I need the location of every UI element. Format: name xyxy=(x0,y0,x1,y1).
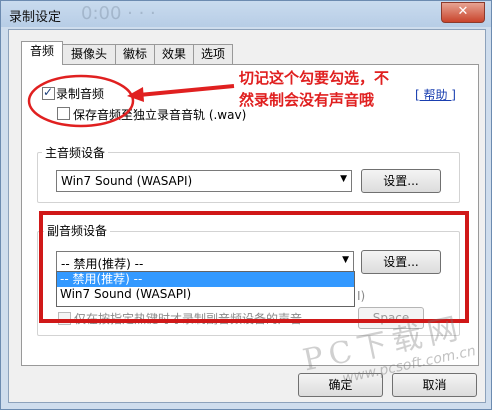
main-audio-device-value: Win7 Sound (WASAPI) xyxy=(61,174,193,188)
cancel-button[interactable]: 取消 xyxy=(392,373,477,397)
secondary-audio-device-value: -- 禁用(推荐) -- xyxy=(61,257,144,271)
settings-dialog: 录制设定 0:00 · · · ✕ 音频 摄像头 徽标 效果 选项 录制音频 保… xyxy=(0,0,492,410)
tab-logo[interactable]: 徽标 xyxy=(115,44,155,64)
secondary-audio-device-select[interactable]: -- 禁用(推荐) -- ▼ xyxy=(56,251,354,273)
tab-audio[interactable]: 音频 xyxy=(21,41,63,65)
dropdown-option-disabled[interactable]: -- 禁用(推荐) -- xyxy=(57,272,354,287)
secondary-device-dropdown-list: -- 禁用(推荐) -- Win7 Sound (WASAPI) xyxy=(56,271,355,307)
title-bar-background-text: 0:00 · · · xyxy=(81,3,156,24)
close-icon: ✕ xyxy=(457,4,469,19)
help-link[interactable]: [ 帮助 ] xyxy=(415,86,456,103)
hotkey-only-checkbox[interactable] xyxy=(58,312,71,325)
tab-camera[interactable]: 摄像头 xyxy=(62,44,116,64)
main-audio-device-select[interactable]: Win7 Sound (WASAPI) ▼ xyxy=(56,170,352,192)
save-separate-track-label: 保存音频至独立录音音轨 (.wav) xyxy=(73,108,247,122)
obscured-text-fragment: I) xyxy=(357,289,366,303)
title-bar: 录制设定 0:00 · · · ✕ xyxy=(1,1,491,27)
annotation-text: 切记这个勾要勾选，不 然录制会没有声音哦 xyxy=(239,67,389,111)
window-title: 录制设定 xyxy=(9,10,62,25)
main-audio-device-title: 主音频设备 xyxy=(42,144,109,161)
secondary-device-settings-button[interactable]: 设置... xyxy=(361,250,441,274)
annotation-line-1: 切记这个勾要勾选，不 xyxy=(239,69,390,87)
chevron-down-icon: ▼ xyxy=(342,255,349,265)
main-device-settings-button[interactable]: 设置... xyxy=(361,169,441,193)
dropdown-option-win7-sound[interactable]: Win7 Sound (WASAPI) xyxy=(57,287,354,302)
close-button[interactable]: ✕ xyxy=(441,2,485,23)
save-separate-track-checkbox[interactable] xyxy=(57,107,70,120)
tab-options[interactable]: 选项 xyxy=(193,44,233,64)
annotation-line-2: 然录制会没有声音哦 xyxy=(239,91,375,109)
secondary-audio-device-title: 副音频设备 xyxy=(44,222,111,239)
record-audio-label: 录制音频 xyxy=(56,87,105,101)
hotkey-only-label: 仅在按指定热键时才录制副音频设备的声音 xyxy=(74,312,303,326)
chevron-down-icon: ▼ xyxy=(340,174,347,184)
tab-effects[interactable]: 效果 xyxy=(154,44,194,64)
record-audio-checkbox[interactable] xyxy=(42,85,55,100)
